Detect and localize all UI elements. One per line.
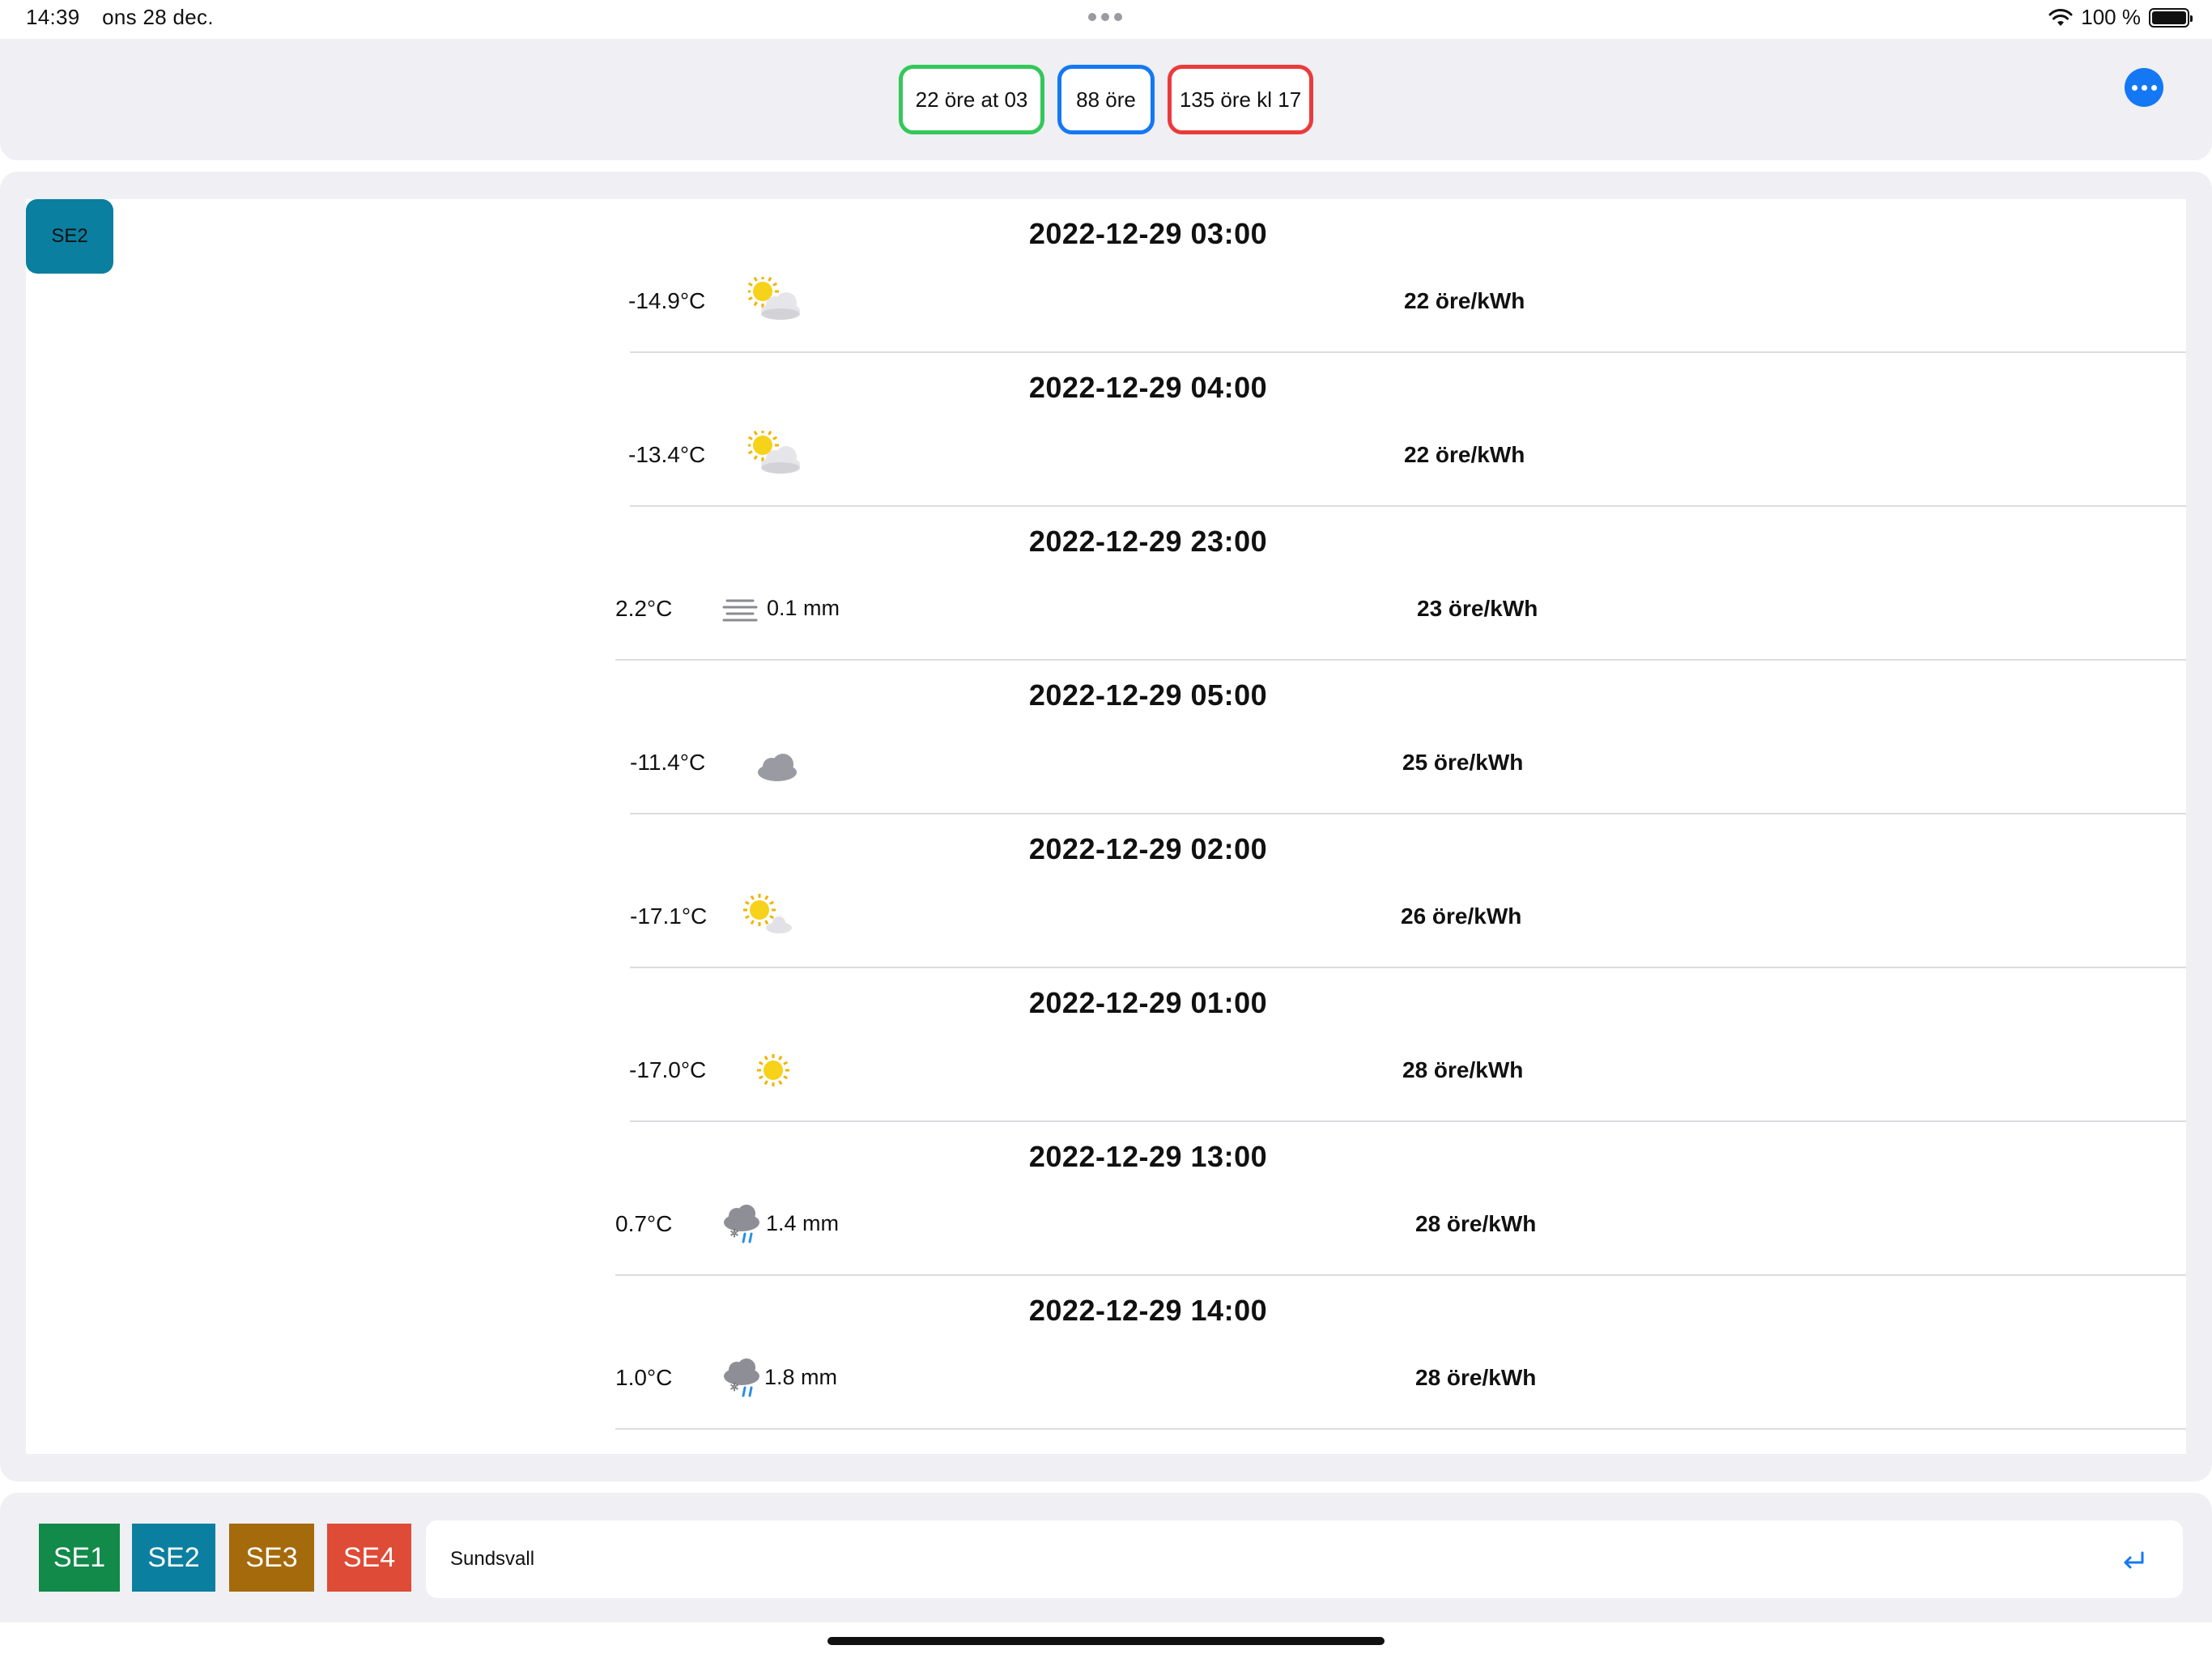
entry-time: 2022-12-29 23:00 <box>1028 525 1268 558</box>
cloud-icon <box>758 754 797 781</box>
entry-temperature: 0.7°C <box>615 1211 673 1236</box>
status-right: 100 % <box>2048 5 2193 30</box>
status-bar: 14:39 ons 28 dec. 100 % <box>0 0 2212 39</box>
city-input[interactable] <box>426 1520 2183 1598</box>
list-item[interactable]: 2022-12-29 05:00 -11.4°C 25 öre/kWh <box>26 661 2186 814</box>
entry-price: 22 öre/kWh <box>1404 442 1525 467</box>
entry-temperature: -17.1°C <box>630 903 708 929</box>
entry-time: 2022-12-29 04:00 <box>1028 371 1268 404</box>
zone-button-se2[interactable]: SE2 <box>132 1524 215 1592</box>
entry-price: 28 öre/kWh <box>1415 1365 1537 1390</box>
zone-button-se3[interactable]: SE3 <box>229 1524 314 1592</box>
entry-price: 22 öre/kWh <box>1404 288 1525 313</box>
average-price-pill[interactable]: 88 öre <box>1057 65 1155 134</box>
return-icon[interactable] <box>2120 1550 2147 1574</box>
list-item[interactable]: 2022-12-29 13:00 0.7°C * 1.4 mm 28 öre/kWh <box>26 1122 2186 1276</box>
row-divider <box>615 1428 2186 1430</box>
zone-button-se1[interactable]: SE1 <box>39 1524 120 1592</box>
entry-price: 28 öre/kWh <box>1415 1211 1537 1236</box>
wifi-icon <box>2048 8 2073 26</box>
status-time: 14:39 <box>26 5 80 29</box>
svg-text:*: * <box>730 1380 738 1400</box>
entry-temperature: 2.2°C <box>615 596 673 621</box>
entry-price: 26 öre/kWh <box>1401 903 1522 929</box>
list-item[interactable]: 2022-12-29 03:00 -14.9°C 22 öre/kWh <box>26 199 2186 353</box>
sleet-icon: * <box>724 1358 759 1400</box>
lowest-price-pill[interactable]: 22 öre at 03 <box>899 65 1044 134</box>
highest-price-pill[interactable]: 135 öre kl 17 <box>1168 65 1313 134</box>
entry-time: 2022-12-29 05:00 <box>1028 678 1268 712</box>
sun-behind-cloud-icon <box>748 277 800 320</box>
entry-temperature: 1.0°C <box>615 1365 673 1390</box>
entry-price: 25 öre/kWh <box>1402 750 1524 775</box>
price-summary-header: 22 öre at 03 88 öre 135 öre kl 17 <box>0 39 2212 160</box>
svg-text:*: * <box>730 1226 738 1246</box>
entry-precipitation: 0.1 mm <box>767 596 840 620</box>
entry-time: 2022-12-29 01:00 <box>1028 986 1268 1019</box>
sleet-icon: * <box>724 1205 759 1246</box>
entry-temperature: -14.9°C <box>628 288 706 313</box>
status-date: ons 28 dec. <box>102 5 214 29</box>
entry-time: 2022-12-29 13:00 <box>1028 1140 1268 1173</box>
zone-button-se4[interactable]: SE4 <box>327 1524 411 1592</box>
more-options-button[interactable] <box>2125 68 2163 107</box>
main-panel: SE2 2022-12-29 03:00 -14.9°C 22 öre/kWh 202… <box>0 172 2212 1482</box>
multitasking-dots[interactable] <box>1088 13 1122 21</box>
entry-temperature: -17.0°C <box>629 1057 707 1082</box>
entry-temperature: -11.4°C <box>630 750 706 775</box>
sun-small-cloud-icon <box>743 894 792 933</box>
list-item[interactable]: 2022-12-29 01:00 -17.0°C 28 öre/kWh <box>26 968 2186 1122</box>
entry-time: 2022-12-29 02:00 <box>1028 832 1268 865</box>
fog-icon <box>722 599 758 622</box>
bottom-bar: SE1 SE2 SE3 SE4 <box>0 1493 2212 1622</box>
sun-behind-cloud-icon <box>748 431 800 474</box>
list-item[interactable]: 2022-12-29 14:00 1.0°C * 1.8 mm 28 öre/kWh <box>26 1276 2186 1430</box>
list-item[interactable]: 2022-12-29 23:00 2.2°C 0.1 mm 23 öre/kWh <box>26 507 2186 661</box>
list-item[interactable]: 2022-12-29 02:00 -17.1°C 26 öre/kWh <box>26 814 2186 968</box>
entry-precipitation: 1.8 mm <box>764 1365 838 1389</box>
status-time-date: 14:39 ons 28 dec. <box>26 5 230 30</box>
entry-price: 28 öre/kWh <box>1402 1057 1524 1082</box>
battery-icon <box>2149 7 2193 28</box>
entry-precipitation: 1.4 mm <box>766 1211 840 1235</box>
entry-time: 2022-12-29 14:00 <box>1028 1294 1268 1327</box>
entry-price: 23 öre/kWh <box>1417 596 1538 621</box>
battery-percent: 100 % <box>2081 5 2141 29</box>
sun-icon <box>757 1054 789 1086</box>
entry-time: 2022-12-29 03:00 <box>1028 217 1268 250</box>
price-list[interactable]: SE2 2022-12-29 03:00 -14.9°C 22 öre/kWh 202… <box>26 199 2186 1454</box>
home-indicator <box>827 1637 1385 1645</box>
list-item[interactable]: 2022-12-29 04:00 -13.4°C 22 öre/kWh <box>26 353 2186 507</box>
entry-temperature: -13.4°C <box>628 442 706 467</box>
